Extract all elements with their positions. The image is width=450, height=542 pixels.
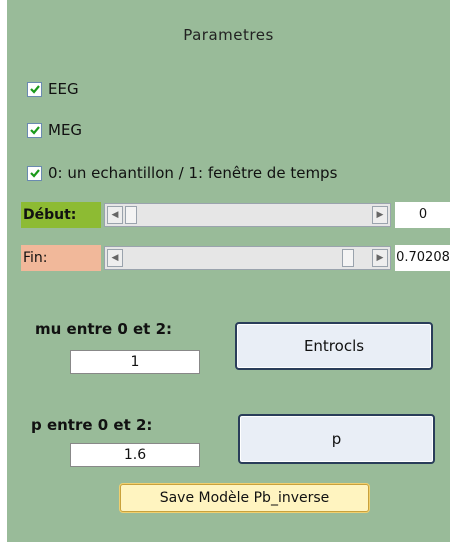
slider-left-arrow-icon[interactable]: ◀ (107, 206, 123, 224)
debut-slider-thumb[interactable] (125, 206, 137, 224)
checkmark-icon (29, 126, 40, 135)
debut-label: Début: (21, 202, 101, 228)
p-label: p entre 0 et 2: (31, 416, 153, 434)
fin-value[interactable]: 0.70208 (395, 245, 450, 271)
slider-left-arrow-icon[interactable]: ◀ (107, 249, 123, 267)
fin-slider-row: Fin: ◀ ▶ 0.70208 (21, 245, 450, 271)
fin-slider-thumb[interactable] (341, 249, 354, 267)
checkbox-label: EEG (48, 80, 79, 98)
checkbox-time-window[interactable]: 0: un echantillon / 1: fenêtre de temps (27, 162, 337, 184)
checkbox-box[interactable] (27, 122, 42, 138)
p-input[interactable]: 1.6 (70, 443, 200, 467)
parametres-panel: Parametres EEG MEG 0: un echantillon / 1… (6, 0, 450, 542)
debut-value[interactable]: 0 (395, 202, 450, 228)
checkbox-box[interactable] (27, 81, 42, 97)
checkbox-box[interactable] (27, 165, 42, 181)
p-button[interactable]: p (238, 414, 435, 464)
mu-label: mu entre 0 et 2: (35, 320, 173, 338)
fin-label: Fin: (21, 245, 101, 271)
checkmark-icon (29, 85, 40, 94)
debut-slider-row: Début: ◀ ▶ 0 (21, 202, 450, 228)
entrocls-button[interactable]: Entrocls (235, 322, 433, 370)
save-model-button[interactable]: Save Modèle Pb_inverse (120, 484, 369, 512)
panel-title: Parametres (183, 26, 274, 44)
checkbox-label: MEG (48, 121, 83, 139)
checkbox-meg[interactable]: MEG (27, 119, 82, 141)
fin-slider[interactable]: ◀ ▶ (104, 246, 391, 270)
checkbox-label: 0: un echantillon / 1: fenêtre de temps (48, 164, 338, 182)
mu-input[interactable]: 1 (70, 350, 200, 374)
checkmark-icon (29, 169, 40, 178)
debut-slider[interactable]: ◀ ▶ (104, 203, 391, 227)
slider-right-arrow-icon[interactable]: ▶ (372, 206, 388, 224)
slider-right-arrow-icon[interactable]: ▶ (372, 249, 388, 267)
checkbox-eeg[interactable]: EEG (27, 78, 79, 100)
